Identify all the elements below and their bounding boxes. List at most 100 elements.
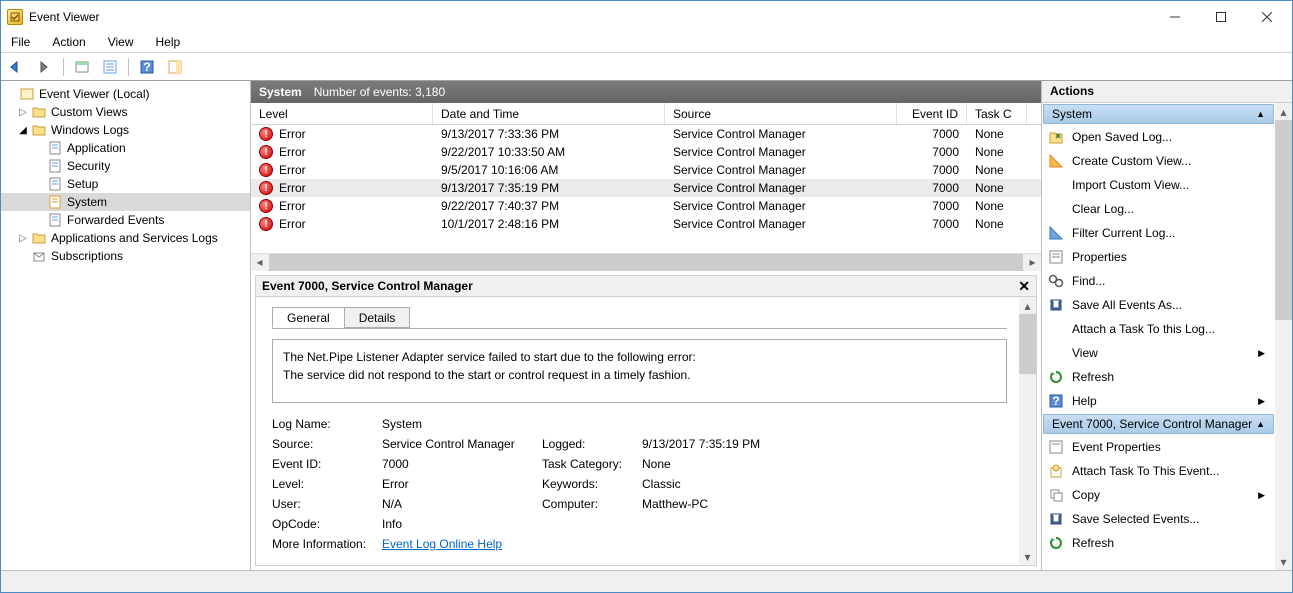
event-row[interactable]: !Error9/13/2017 7:33:36 PMService Contro… — [251, 125, 1041, 143]
scroll-right-icon[interactable]: ▸ — [1024, 254, 1041, 271]
maximize-button[interactable] — [1198, 2, 1244, 32]
action-item[interactable]: Refresh — [1042, 531, 1275, 555]
action-item[interactable]: Clear Log... — [1042, 197, 1275, 221]
collapse-icon: ▲ — [1256, 109, 1265, 119]
action-item[interactable]: Import Custom View... — [1042, 173, 1275, 197]
scroll-up-icon[interactable]: ▴ — [1019, 297, 1036, 314]
online-help-link[interactable]: Event Log Online Help — [382, 537, 502, 551]
app-icon — [7, 9, 23, 25]
action-icon — [1048, 369, 1064, 385]
error-icon: ! — [259, 199, 273, 213]
col-task-category[interactable]: Task C — [967, 103, 1027, 124]
tree-custom-views[interactable]: ▷ Custom Views — [1, 103, 250, 121]
event-detail: Event 7000, Service Control Manager ✕ Ge… — [251, 271, 1041, 570]
tree-log-security[interactable]: Security — [1, 157, 250, 175]
menu-action[interactable]: Action — [48, 33, 89, 51]
window-title: Event Viewer — [29, 10, 99, 24]
tree-subscriptions[interactable]: Subscriptions — [1, 247, 250, 265]
error-icon: ! — [259, 127, 273, 141]
action-item[interactable]: Create Custom View... — [1042, 149, 1275, 173]
help-button[interactable]: ? — [135, 55, 159, 79]
tree-apps-logs[interactable]: ▷ Applications and Services Logs — [1, 229, 250, 247]
action-item[interactable]: Save All Events As... — [1042, 293, 1275, 317]
back-button[interactable] — [5, 55, 29, 79]
tree-root[interactable]: Event Viewer (Local) — [1, 85, 250, 103]
list-header: System Number of events: 3,180 — [251, 81, 1041, 103]
svg-text:?: ? — [143, 60, 150, 74]
action-item[interactable]: Event Properties — [1042, 435, 1275, 459]
folder-icon — [31, 230, 47, 246]
scroll-down-icon[interactable]: ▾ — [1019, 548, 1036, 565]
minimize-button[interactable] — [1152, 2, 1198, 32]
log-icon — [47, 194, 63, 210]
action-item[interactable]: Properties — [1042, 245, 1275, 269]
action-icon — [1048, 201, 1064, 217]
menu-bar: File Action View Help — [1, 32, 1292, 53]
svg-text:?: ? — [1052, 394, 1059, 408]
close-detail-button[interactable]: ✕ — [1018, 278, 1030, 295]
tree-windows-logs[interactable]: ◢ Windows Logs — [1, 121, 250, 139]
log-icon — [47, 158, 63, 174]
event-row[interactable]: !Error9/5/2017 10:16:06 AMService Contro… — [251, 161, 1041, 179]
col-event-id[interactable]: Event ID — [897, 103, 967, 124]
scroll-down-icon[interactable]: ▾ — [1275, 553, 1292, 570]
scroll-thumb[interactable] — [1275, 120, 1292, 320]
actions-group-header[interactable]: Event 7000, Service Control Manager▲ — [1043, 414, 1274, 434]
expand-icon[interactable]: ▷ — [15, 107, 31, 118]
scroll-left-icon[interactable]: ◂ — [251, 254, 268, 271]
action-item[interactable]: Save Selected Events... — [1042, 507, 1275, 531]
menu-file[interactable]: File — [7, 33, 34, 51]
scroll-thumb[interactable] — [269, 254, 1023, 271]
scroll-thumb[interactable] — [1019, 314, 1036, 374]
col-date[interactable]: Date and Time — [433, 103, 665, 124]
actions-group-header[interactable]: System▲ — [1043, 104, 1274, 124]
folder-icon — [31, 122, 47, 138]
tree-log-setup[interactable]: Setup — [1, 175, 250, 193]
action-item[interactable]: Open Saved Log... — [1042, 125, 1275, 149]
show-tree-button[interactable] — [70, 55, 94, 79]
tree-log-forwarded[interactable]: Forwarded Events — [1, 211, 250, 229]
event-properties: Log Name:System Source:Service Control M… — [272, 417, 1007, 551]
action-item[interactable]: Refresh — [1042, 365, 1275, 389]
event-count: Number of events: 3,180 — [314, 85, 445, 99]
action-pane-button[interactable] — [163, 55, 187, 79]
error-icon: ! — [259, 163, 273, 177]
action-icon — [1048, 177, 1064, 193]
event-row[interactable]: !Error10/1/2017 2:48:16 PMService Contro… — [251, 215, 1041, 233]
close-button[interactable] — [1244, 2, 1290, 32]
menu-help[interactable]: Help — [152, 33, 185, 51]
actions-vertical-scrollbar[interactable]: ▴ ▾ — [1275, 103, 1292, 570]
error-icon: ! — [259, 217, 273, 231]
action-item[interactable]: ?Help▶ — [1042, 389, 1275, 413]
actions-pane: Actions System▲Open Saved Log...Create C… — [1042, 81, 1292, 570]
action-item[interactable]: Attach Task To This Event... — [1042, 459, 1275, 483]
tree-log-system[interactable]: System — [1, 193, 250, 211]
event-row[interactable]: !Error9/13/2017 7:35:19 PMService Contro… — [251, 179, 1041, 197]
properties-button[interactable] — [98, 55, 122, 79]
forward-button[interactable] — [33, 55, 57, 79]
action-item[interactable]: Find... — [1042, 269, 1275, 293]
menu-view[interactable]: View — [104, 33, 138, 51]
detail-tabs: General Details — [272, 307, 1007, 329]
event-row[interactable]: !Error9/22/2017 7:40:37 PMService Contro… — [251, 197, 1041, 215]
tab-general[interactable]: General — [272, 307, 345, 328]
action-item[interactable]: Filter Current Log... — [1042, 221, 1275, 245]
expand-icon[interactable]: ▷ — [15, 233, 31, 244]
title-bar: Event Viewer — [1, 1, 1292, 32]
action-item[interactable]: Attach a Task To this Log... — [1042, 317, 1275, 341]
scroll-up-icon[interactable]: ▴ — [1275, 103, 1292, 120]
event-row[interactable]: !Error9/22/2017 10:33:50 AMService Contr… — [251, 143, 1041, 161]
tab-details[interactable]: Details — [344, 307, 411, 328]
action-item[interactable]: Copy▶ — [1042, 483, 1275, 507]
detail-vertical-scrollbar[interactable]: ▴ ▾ — [1019, 297, 1036, 565]
action-item[interactable]: View▶ — [1042, 341, 1275, 365]
tree-log-application[interactable]: Application — [1, 139, 250, 157]
horizontal-scrollbar[interactable]: ◂ ▸ — [251, 253, 1041, 270]
collapse-icon[interactable]: ◢ — [15, 125, 31, 136]
center-pane: System Number of events: 3,180 Level Dat… — [251, 81, 1042, 570]
col-level[interactable]: Level — [251, 103, 433, 124]
log-icon — [47, 176, 63, 192]
col-source[interactable]: Source — [665, 103, 897, 124]
event-list: Level Date and Time Source Event ID Task… — [251, 103, 1041, 271]
action-icon: ? — [1048, 393, 1064, 409]
